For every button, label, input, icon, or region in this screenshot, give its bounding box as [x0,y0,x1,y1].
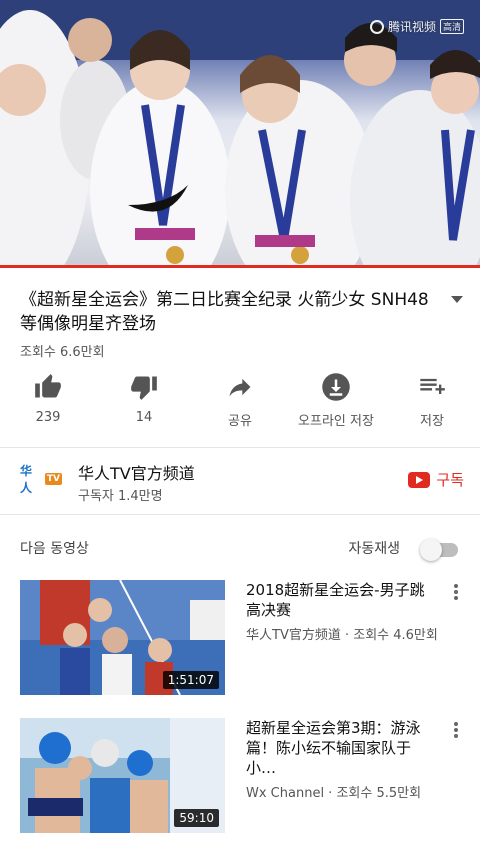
video-title: 《超新星全运会》第二日比赛全纪录 火箭少女 SNH48 等偶像明星齐登场 [20,290,429,334]
view-count: 조회수 6.6만회 [20,345,105,360]
save-to-playlist-button[interactable]: 저장 [384,372,480,432]
download-icon [321,372,351,402]
up-next-heading: 다음 동영상 [20,541,89,557]
share-icon [225,372,255,402]
autoplay-toggle[interactable] [420,538,460,561]
save-label: 저장 [420,414,444,429]
video-frame [0,0,480,268]
video-meta: 华人TV官方频道 · 조회수 4.6만회 [246,628,438,643]
subscribe-button[interactable]: 구독 [408,469,464,490]
video-meta: Wx Channel · 조회수 5.5만회 [246,786,422,801]
video-duration: 1:51:07 [162,671,219,689]
subscriber-count: 구독자 1.4만명 [78,489,163,504]
thumbs-up-icon [33,372,63,402]
video-title[interactable]: 超新星全运会第3期：游泳篇！陈小纭不输国家队于小… [246,718,438,778]
toggle-knob [420,539,442,561]
list-item[interactable]: 59:10 超新星全运会第3期：游泳篇！陈小纭不输国家队于小… Wx Chann… [0,718,480,836]
divider [0,514,480,515]
watermark-text: 腾讯视频 [387,20,436,34]
video-progress-bar[interactable] [0,265,480,268]
video-duration: 59:10 [174,809,219,827]
video-thumbnail[interactable]: 1:51:07 [20,580,225,695]
share-button[interactable]: 공유 [192,372,288,432]
offline-save-label: 오프라인 저장 [298,414,374,429]
video-watermark: 腾讯视频 高清 [369,18,464,35]
more-options-icon[interactable] [454,722,458,738]
channel-logo-text: 华人 [20,464,33,495]
autoplay-label: 자동재생 [348,541,400,557]
more-options-icon[interactable] [454,584,458,600]
dislike-count: 14 [135,410,153,425]
action-bar: 239 14 공유 오프라인 저장 저장 [0,372,480,432]
channel-logo[interactable]: 华人 TV [20,464,62,495]
video-player[interactable]: 腾讯视频 高清 [0,0,480,268]
video-thumbnail[interactable]: 59:10 [20,718,225,833]
dislike-button[interactable]: 14 [96,372,192,432]
like-button[interactable]: 239 [0,372,96,432]
video-title[interactable]: 2018超新星全运会-男子跳高决赛 [246,580,438,620]
expand-description-icon[interactable] [451,296,463,303]
channel-row[interactable]: 华人 TV 华人TV官方频道 구독자 1.4만명 구독 [0,448,480,514]
youtube-play-icon [408,471,431,488]
channel-logo-badge: TV [44,473,62,485]
tencent-video-logo-icon [369,19,384,34]
add-to-playlist-icon [417,372,447,402]
watermark-badge: 高清 [439,19,464,34]
share-label: 공유 [228,414,252,429]
list-item[interactable]: 1:51:07 2018超新星全运会-男子跳高决赛 华人TV官方频道 · 조회수… [0,580,480,698]
like-count: 239 [35,410,61,425]
channel-name[interactable]: 华人TV官方频道 [78,460,195,484]
thumbs-down-icon [129,372,159,402]
offline-save-button[interactable]: 오프라인 저장 [288,372,384,432]
subscribe-label: 구독 [436,471,464,489]
